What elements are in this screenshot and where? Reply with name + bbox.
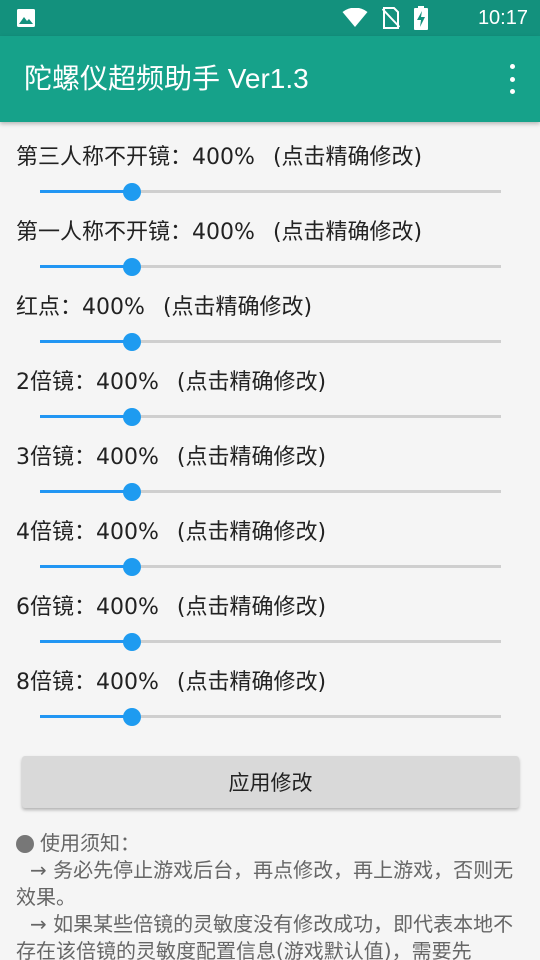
setting-separator: ：	[74, 670, 97, 695]
sensitivity-setting: 2倍镜：400% (点击精确修改)	[0, 347, 540, 426]
setting-separator: ：	[74, 520, 97, 545]
setting-label[interactable]: 红点：400% (点击精确修改)	[16, 292, 312, 324]
sensitivity-setting: 4倍镜：400% (点击精确修改)	[0, 497, 540, 576]
notice-line: → 如果某些倍镜的灵敏度没有修改成功，即代表本地不存在该倍镜的灵敏度配置信息(游…	[16, 912, 514, 960]
sensitivity-setting: 6倍镜：400% (点击精确修改)	[0, 572, 540, 651]
slider-fill	[40, 190, 133, 193]
setting-value: 400%	[96, 445, 159, 470]
setting-separator: ：	[74, 445, 97, 470]
setting-hint: (点击精确修改)	[272, 145, 423, 170]
setting-value: 400%	[96, 595, 159, 620]
setting-value: 400%	[96, 670, 159, 695]
slider-fill	[40, 415, 133, 418]
setting-name: 8倍镜	[16, 670, 74, 695]
slider-thumb[interactable]	[123, 708, 142, 726]
slider-fill	[40, 640, 133, 643]
slider-fill	[40, 565, 133, 568]
setting-separator: ：	[74, 595, 97, 620]
setting-separator: ：	[170, 145, 193, 170]
setting-label[interactable]: 4倍镜：400% (点击精确修改)	[16, 517, 326, 549]
setting-value: 400%	[96, 370, 159, 395]
setting-separator: ：	[60, 295, 83, 320]
app-bar: 陀螺仪超频助手 Ver1.3	[0, 36, 540, 122]
sensitivity-setting: 3倍镜：400% (点击精确修改)	[0, 422, 540, 501]
setting-hint: (点击精确修改)	[162, 295, 313, 320]
setting-separator: ：	[170, 220, 193, 245]
no-sim-icon	[382, 7, 400, 29]
setting-label[interactable]: 8倍镜：400% (点击精确修改)	[16, 667, 326, 699]
setting-name: 4倍镜	[16, 520, 74, 545]
sensitivity-setting: 8倍镜：400% (点击精确修改)	[0, 647, 540, 726]
apply-button[interactable]: 应用修改	[22, 756, 519, 808]
setting-hint: (点击精确修改)	[176, 670, 327, 695]
setting-value: 400%	[82, 295, 145, 320]
app-title: 陀螺仪超频助手 Ver1.3	[24, 63, 309, 94]
status-time: 10:17	[477, 7, 528, 29]
setting-name: 2倍镜	[16, 370, 74, 395]
slider-fill	[40, 490, 133, 493]
setting-label[interactable]: 第一人称不开镜：400% (点击精确修改)	[16, 217, 422, 249]
slider-fill	[40, 340, 133, 343]
setting-label[interactable]: 3倍镜：400% (点击精确修改)	[16, 442, 326, 474]
setting-label[interactable]: 6倍镜：400% (点击精确修改)	[16, 592, 326, 624]
setting-name: 第三人称不开镜	[16, 145, 171, 170]
image-icon	[17, 9, 35, 27]
setting-value: 400%	[192, 145, 255, 170]
status-bar: 10:17	[0, 0, 540, 36]
setting-value: 400%	[192, 220, 255, 245]
bullet-icon	[16, 834, 34, 853]
setting-name: 红点	[16, 295, 61, 320]
setting-hint: (点击精确修改)	[272, 220, 423, 245]
setting-name: 第一人称不开镜	[16, 220, 171, 245]
setting-name: 6倍镜	[16, 595, 74, 620]
more-vert-icon[interactable]	[506, 64, 518, 94]
wifi-icon	[342, 8, 368, 27]
notice-title: 使用须知：	[40, 831, 140, 855]
setting-hint: (点击精确修改)	[176, 595, 327, 620]
battery-charging-icon	[414, 6, 428, 30]
setting-name: 3倍镜	[16, 445, 74, 470]
notice-line: → 务必先停止游戏后台，再点修改，再上游戏，否则无效果。	[16, 858, 514, 909]
setting-label[interactable]: 2倍镜：400% (点击精确修改)	[16, 367, 326, 399]
sensitivity-setting: 第一人称不开镜：400% (点击精确修改)	[0, 197, 540, 276]
sensitivity-setting: 红点：400% (点击精确修改)	[0, 272, 540, 351]
slider-fill	[40, 715, 133, 718]
setting-value: 400%	[96, 520, 159, 545]
sensitivity-slider[interactable]	[40, 707, 501, 727]
setting-separator: ：	[74, 370, 97, 395]
usage-notice: 使用须知： → 务必先停止游戏后台，再点修改，再上游戏，否则无效果。 → 如果某…	[16, 830, 526, 960]
setting-hint: (点击精确修改)	[176, 520, 327, 545]
sensitivity-setting: 第三人称不开镜：400% (点击精确修改)	[0, 122, 540, 201]
slider-fill	[40, 265, 133, 268]
setting-hint: (点击精确修改)	[176, 370, 327, 395]
setting-label[interactable]: 第三人称不开镜：400% (点击精确修改)	[16, 142, 422, 174]
setting-hint: (点击精确修改)	[176, 445, 327, 470]
